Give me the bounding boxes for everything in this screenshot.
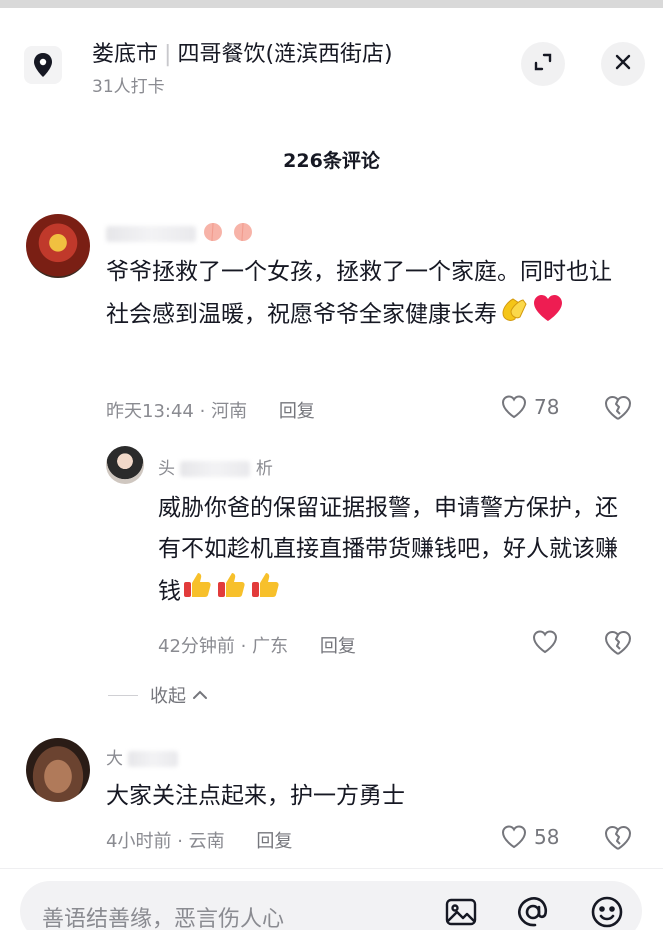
username-end: 析 [255,459,273,479]
comment-meta: 昨天13:44 · 河南 回复 [106,397,315,423]
avatar[interactable] [26,738,90,802]
username-blurred[interactable]: 大 [106,744,179,769]
location-header: 娄底市 | 四哥餐饮(涟滨西街店) 31人打卡 [0,8,663,108]
reply-button[interactable]: 回复 [320,636,356,657]
username-blurred[interactable] [106,220,255,247]
like-count: 58 [534,825,560,849]
comment-text: 大家关注点起来，护一方勇士 [106,776,626,817]
comments-count-title: 226条评论 [283,150,380,172]
close-icon [613,52,633,76]
location-title[interactable]: 娄底市 | 四哥餐饮(涟滨西街店) [92,36,393,68]
username-start: 大 [106,749,123,769]
city-name: 娄底市 [92,42,159,67]
heart-outline-icon [501,395,527,419]
close-button[interactable] [601,42,645,86]
like-count: 78 [534,395,560,419]
comment-meta: 42分钟前 · 广东 回复 [158,632,356,658]
image-icon[interactable] [444,897,478,930]
dislike-button[interactable] [603,394,633,426]
broken-heart-icon [605,631,631,655]
thumbs-up-icon [181,570,215,614]
heart-outline-icon [501,825,527,849]
comment-text: 威胁你爸的保留证据报警，申请警方保护，还有不如趁机直接直播带货赚钱吧，好人就该赚… [158,488,628,614]
collapse-replies-button[interactable]: 收起 [108,682,208,708]
like-button[interactable] [531,629,565,655]
checkin-count: 31人打卡 [92,77,165,97]
comment-time: 昨天13:44 [106,401,194,422]
collapse-divider [108,694,138,696]
comment-input-bar: 善语结善缘，恶言伤人心 [0,868,663,930]
at-icon[interactable] [516,895,550,930]
place-name: 四哥餐饮(涟滨西街店) [177,42,393,67]
comment-region: 云南 [188,831,225,852]
thumbs-up-icon [215,570,249,614]
broken-heart-icon [605,396,631,420]
like-button[interactable]: 78 [500,394,559,420]
reply-button[interactable]: 回复 [256,831,292,852]
avatar[interactable] [26,214,90,278]
emoji-icon[interactable] [590,895,624,930]
like-button[interactable]: 58 [500,824,559,850]
expand-icon [532,51,554,77]
reply-button[interactable]: 回复 [279,401,315,422]
location-pin-icon[interactable] [24,46,62,84]
meta-dot: · [177,831,183,852]
expand-button[interactable] [521,42,565,86]
clapping-hands-icon [497,293,531,337]
dislike-button[interactable] [603,824,633,856]
comment-region: 河南 [211,401,248,422]
peach-icon [201,220,225,247]
comment-meta: 4小时前 · 云南 回复 [106,827,292,853]
comment-text: 爷爷拯救了一个女孩，拯救了一个家庭。同时也让社会感到温暖，祝愿爷爷全家健康长寿 [106,252,626,337]
meta-dot: · [240,636,247,657]
avatar[interactable] [106,446,144,484]
username-start: 头 [158,459,175,479]
dislike-button[interactable] [603,629,633,661]
comment-region: 广东 [252,636,289,657]
comment-time: 42分钟前 [158,636,235,657]
comment-input-placeholder: 善语结善缘，恶言伤人心 [42,907,285,930]
heart-outline-icon [532,630,558,654]
status-strip [0,0,663,8]
comment-time: 4小时前 [106,831,172,852]
username-blurred[interactable]: 头 析 [158,454,273,479]
title-separator: | [164,42,172,67]
red-heart-icon [531,293,565,337]
broken-heart-icon [605,826,631,850]
comment-text-content: 大家关注点起来，护一方勇士 [106,783,405,809]
collapse-label: 收起 [150,686,186,707]
meta-dot: · [199,401,206,422]
peach-icon [231,220,255,247]
thumbs-up-icon [249,570,283,614]
chevron-up-icon [192,689,208,701]
comment-input[interactable]: 善语结善缘，恶言伤人心 [20,881,642,930]
